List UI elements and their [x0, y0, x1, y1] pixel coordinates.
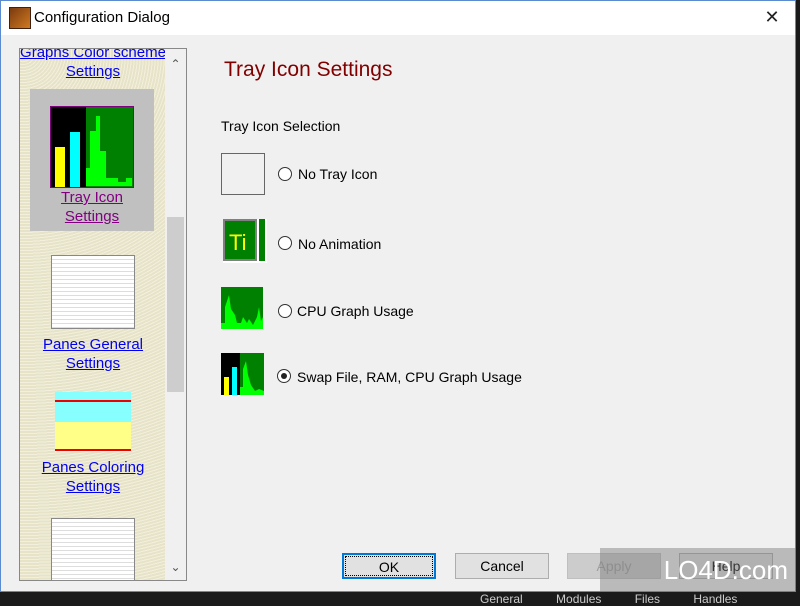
background-window-tabs: General Modules Files Handles: [480, 592, 738, 606]
tray-graph-icon: [50, 106, 134, 188]
ok-button[interactable]: OK: [342, 553, 436, 579]
sidebar-link[interactable]: Graphs Color scheme Settings: [20, 49, 166, 80]
title-bar: Configuration Dialog ✕: [1, 1, 795, 35]
panes-coloring-thumbnail: [55, 392, 131, 452]
window-title: Configuration Dialog: [34, 9, 170, 26]
option-label: Swap File, RAM, CPU Graph Usage: [297, 369, 522, 385]
ti-text-icon: Ti: [223, 219, 267, 263]
sidebar-link[interactable]: Panes General Settings: [33, 335, 153, 373]
sidebar-item-panes-general[interactable]: Panes General Settings: [20, 255, 166, 373]
cpu-graph-icon: [221, 287, 263, 329]
empty-icon: [221, 153, 265, 195]
radio-no-tray-icon[interactable]: [278, 167, 292, 181]
swap-ram-cpu-graph-icon: [221, 353, 264, 395]
option-label: No Tray Icon: [298, 166, 378, 182]
option-label: CPU Graph Usage: [297, 303, 414, 319]
next-item-thumbnail: [51, 518, 135, 580]
sidebar-item-tray-icon[interactable]: Tray Icon Settings: [30, 89, 154, 231]
option-label: No Animation: [298, 236, 382, 252]
watermark-logo: LO4D.com: [600, 548, 796, 592]
scroll-up-icon[interactable]: ⌃: [165, 57, 186, 71]
sidebar-link[interactable]: Panes Coloring Settings: [33, 458, 153, 496]
radio-cpu-graph[interactable]: [278, 304, 292, 318]
sidebar-item-graphs-color[interactable]: Graphs Color scheme Settings: [20, 49, 166, 81]
radio-no-animation[interactable]: [278, 236, 292, 250]
panes-general-thumbnail: [51, 255, 135, 329]
radio-swap-ram-cpu[interactable]: [277, 369, 291, 383]
sidebar-item-panes-coloring[interactable]: Panes Coloring Settings: [20, 392, 166, 496]
page-title: Tray Icon Settings: [224, 58, 393, 81]
group-label: Tray Icon Selection: [221, 118, 341, 134]
configuration-dialog: Configuration Dialog ✕ Graphs Color sche…: [0, 0, 796, 592]
svg-text:Ti: Ti: [229, 230, 247, 255]
app-icon: [9, 7, 31, 29]
settings-category-list: Graphs Color scheme Settings Tray Icon S…: [19, 48, 187, 581]
close-button[interactable]: ✕: [749, 1, 795, 33]
cancel-button[interactable]: Cancel: [455, 553, 549, 579]
scroll-down-icon[interactable]: ⌄: [165, 560, 186, 574]
scrollbar-thumb[interactable]: [167, 217, 184, 392]
sidebar-link[interactable]: Tray Icon Settings: [57, 188, 127, 226]
list-scrollbar[interactable]: ⌃ ⌄: [165, 49, 186, 580]
